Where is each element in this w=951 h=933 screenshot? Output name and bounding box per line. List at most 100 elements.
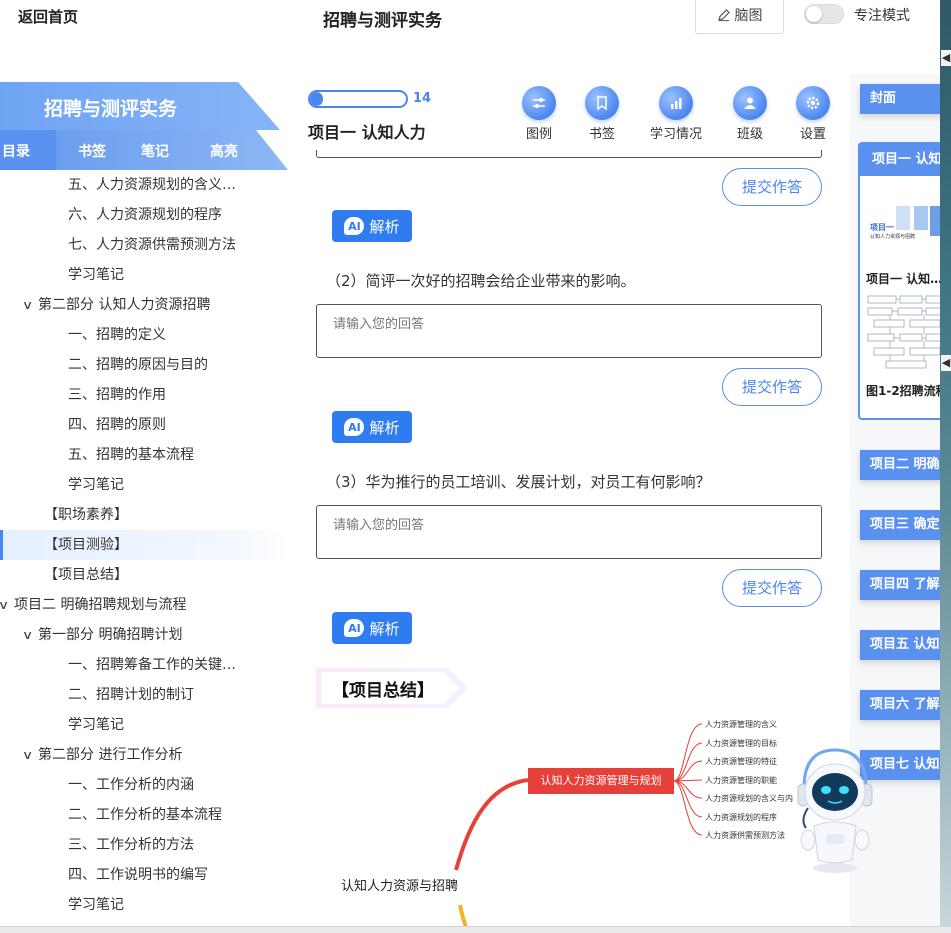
toc-item[interactable]: 学习笔记 <box>0 470 288 500</box>
tool-study-status[interactable]: 学习情况 <box>641 86 711 142</box>
toc-item[interactable]: ∨ 第一部分 明确招聘计划 <box>0 620 288 650</box>
rail-chapter-5[interactable]: 项目五 认知 <box>860 630 940 660</box>
toc-item[interactable]: ∨ 第二部分 认知人力资源招聘 <box>0 290 288 320</box>
tool-label: 学习情况 <box>649 127 702 142</box>
toc-item-label: 六、人力资源规划的程序 <box>68 207 222 223</box>
toc-item-label: 【项目总结】 <box>44 567 128 583</box>
toc-item[interactable]: ∨项目二 明确招聘规划与流程 <box>0 590 288 620</box>
thumbnail-caption: 项目一 认知… <box>866 272 940 286</box>
ai-assistant-robot-icon[interactable] <box>790 748 880 878</box>
tab-catalog[interactable]: 目录 <box>2 141 30 161</box>
toc-item[interactable]: 一、工作分析的内涵 <box>0 770 288 800</box>
toc-item[interactable]: 五、招聘的基本流程 <box>0 440 288 470</box>
mindmap-figure: 认知人力资源管理与规划 认知人力资源与招聘 人力资源管理的含义 人力资源管理的目… <box>290 710 838 926</box>
chevron-down-icon[interactable]: ∨ <box>22 290 40 320</box>
tab-bookmarks[interactable]: 书签 <box>78 141 106 161</box>
mindmap-leaf: 人力资源管理的特征 <box>705 757 777 766</box>
answer-box-previous[interactable] <box>316 150 822 158</box>
mindmap-leaf: 人力资源管理的目标 <box>705 739 777 748</box>
scroll-left-arrow-icon[interactable]: ◀ <box>941 355 951 371</box>
reader-toolbar: 14 项目一 认知人力 图例 书签 学习情况 班级 设置 <box>290 82 838 150</box>
toc-item-label: 二、招聘的原因与目的 <box>68 357 208 373</box>
toc-item-label: 四、招聘的原则 <box>68 417 166 433</box>
answer-input[interactable] <box>316 304 822 358</box>
toc-item[interactable]: 二、招聘计划的制订 <box>0 680 288 710</box>
answer-field-wrap <box>290 505 838 559</box>
answer-input[interactable] <box>316 505 822 559</box>
toc-item[interactable]: 一、招聘筹备工作的关键… <box>0 650 288 680</box>
toc-item[interactable]: 【项目总结】 <box>0 560 288 590</box>
toc-item[interactable]: 七、人力资源供需预测方法 <box>0 230 288 260</box>
toc-item[interactable]: 二、工作分析的基本流程 <box>0 800 288 830</box>
gear-icon <box>796 86 830 120</box>
current-chapter-title: 项目一 认知人力 <box>308 123 426 142</box>
mindmap-root: 认知人力资源与招聘 <box>341 879 459 894</box>
toc-item-label: 五、人力资源规划的含义… <box>68 177 236 193</box>
sidebar-tabs: 目录 书签 笔记 高亮 <box>0 130 288 170</box>
reading-progress-bar <box>308 90 408 108</box>
toc-item[interactable]: 【职场素养】 <box>0 500 288 530</box>
toc-item-label: 四、工作说明书的编写 <box>68 867 208 883</box>
ai-analysis-button[interactable]: AI 解析 <box>332 612 412 644</box>
toc-item[interactable]: 【项目测验】 <box>0 530 288 560</box>
toc-item-label: 第二部分 进行工作分析 <box>38 747 183 763</box>
tool-class[interactable]: 班级 <box>715 86 785 142</box>
rail-chapter-3[interactable]: 项目三 确定 <box>860 510 940 540</box>
rail-chapter-4[interactable]: 项目四 了解 <box>860 570 940 600</box>
toc-item[interactable]: ∨ 第二部分 进行工作分析 <box>0 740 288 770</box>
focus-mode-toggle[interactable] <box>804 4 844 24</box>
mindmap-leaf: 人力资源规划的程序 <box>705 813 777 822</box>
toc-item[interactable]: 四、工作说明书的编写 <box>0 860 288 890</box>
chevron-down-icon[interactable]: ∨ <box>0 590 16 620</box>
thumbnail-caption: 图1-2招聘流程 <box>866 384 940 398</box>
toc-item-label: 项目二 明确招聘规划与流程 <box>14 597 187 613</box>
bookmark-icon <box>585 86 619 120</box>
focus-mode-label: 专注模式 <box>854 8 910 24</box>
ai-analysis-button[interactable]: AI 解析 <box>332 210 412 242</box>
mindmap-label: 脑图 <box>734 8 763 24</box>
back-home-link[interactable]: 返回首页 <box>18 6 78 27</box>
toc-item-label: 学习笔记 <box>68 267 124 283</box>
toc-item-label: 一、工作分析的内涵 <box>68 777 194 793</box>
submit-answer-button[interactable]: 提交作答 <box>722 569 822 607</box>
toc-item[interactable]: 六、人力资源规划的程序 <box>0 200 288 230</box>
mindmap-node: 认知人力资源管理与规划 <box>528 768 674 794</box>
scroll-up-arrow-icon[interactable]: ◀ <box>941 50 951 66</box>
tool-legend[interactable]: 图例 <box>504 86 574 142</box>
chevron-down-icon[interactable]: ∨ <box>22 740 40 770</box>
question-3: （3）华为推行的员工培训、发展计划，对员工有何影响？ <box>326 473 711 491</box>
sidebar: 招聘与测评实务 目录 书签 笔记 高亮 五、人力资源规划的含义… 六、人力资源规划… <box>0 82 288 926</box>
toc-item-label: 三、工作分析的方法 <box>68 837 194 853</box>
rail-chapter-2[interactable]: 项目二 明确 <box>860 450 940 480</box>
question-2: （2）简评一次好的招聘会给企业带来的影响。 <box>326 272 636 290</box>
rail-current-chapter-card[interactable]: 项目一 认知 项目一 认知人力资源与招聘 项目一 认知… 图1-2招聘流程 <box>858 142 940 420</box>
submit-answer-button[interactable]: 提交作答 <box>722 368 822 406</box>
submit-answer-button[interactable]: 提交作答 <box>722 168 822 206</box>
toc-item[interactable]: 五、人力资源规划的含义… <box>0 170 288 200</box>
rail-chapter-6[interactable]: 项目六 了解 <box>860 690 940 720</box>
chevron-down-icon[interactable]: ∨ <box>22 620 40 650</box>
ai-badge-icon: AI <box>344 619 365 637</box>
mindmap-button[interactable]: 脑图 <box>695 0 784 34</box>
mindmap-leaf: 人力资源管理的含义 <box>705 720 777 729</box>
toc-item[interactable]: 三、招聘的作用 <box>0 380 288 410</box>
thumb-banner-sub: 认知人力资源与招聘 <box>870 234 916 240</box>
toc-item[interactable]: 学习笔记 <box>0 890 288 920</box>
ai-analysis-button[interactable]: AI 解析 <box>332 411 412 443</box>
tab-highlights[interactable]: 高亮 <box>210 141 238 161</box>
tool-label: 班级 <box>736 127 763 142</box>
rail-cover[interactable]: 封面 <box>860 84 940 114</box>
progress-value: 14 <box>413 91 432 106</box>
toc-item[interactable]: 三、工作分析的方法 <box>0 830 288 860</box>
tool-bookmark[interactable]: 书签 <box>567 86 637 142</box>
book-title: 招聘与测评实务 <box>0 82 280 130</box>
toc-item[interactable]: 四、招聘的原则 <box>0 410 288 440</box>
tool-settings[interactable]: 设置 <box>778 86 848 142</box>
tab-notes[interactable]: 笔记 <box>141 141 169 161</box>
toc-item[interactable]: 学习笔记 <box>0 260 288 290</box>
rail-card-title: 项目一 认知 <box>860 144 940 176</box>
toc-item[interactable]: 一、招聘的定义 <box>0 320 288 350</box>
app-window: 返回首页 招聘与测评实务 脑图 专注模式 招聘与测评实务 目录 书签 笔记 高亮… <box>0 0 951 933</box>
toc-item[interactable]: 二、招聘的原因与目的 <box>0 350 288 380</box>
toc-item[interactable]: 学习笔记 <box>0 710 288 740</box>
